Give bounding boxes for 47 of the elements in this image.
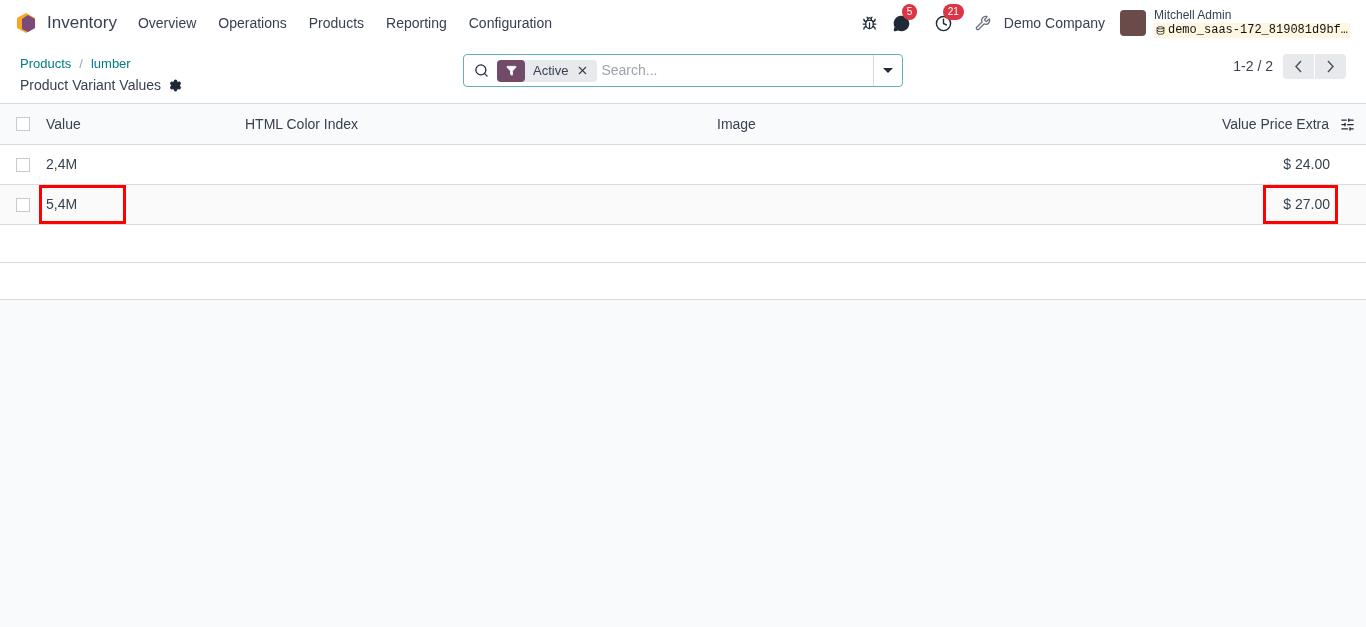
breadcrumb-link[interactable]: Products — [20, 54, 72, 74]
filter-icon — [505, 65, 517, 76]
column-header[interactable]: Image — [717, 113, 1222, 135]
settings-icon[interactable] — [169, 78, 183, 92]
menu-item[interactable]: Reporting — [386, 12, 447, 34]
next-page-button[interactable] — [1315, 54, 1346, 79]
filter-facet[interactable]: Active — [497, 59, 598, 82]
search-bar[interactable]: Active Search... — [463, 54, 903, 87]
page-title: Product Variant Values — [20, 75, 162, 95]
menu-item[interactable]: Configuration — [468, 12, 552, 34]
select-all-checkbox[interactable] — [16, 117, 30, 131]
row-checkbox[interactable] — [16, 157, 30, 172]
search-input[interactable]: Search... — [601, 60, 873, 81]
user-avatar[interactable] — [1119, 10, 1146, 36]
menu-item[interactable]: Products — [308, 12, 365, 34]
app-logo-icon[interactable] — [16, 12, 36, 34]
table-cell-text: 2,4M — [46, 155, 78, 174]
menu-item[interactable]: Operations — [218, 12, 287, 34]
column-header[interactable]: Value Price Extra — [1221, 113, 1329, 135]
table-row[interactable]: 5,4M $ 27.00 — [0, 184, 1366, 224]
app-name[interactable]: Inventory — [47, 10, 117, 36]
previous-page-button[interactable] — [1283, 54, 1314, 79]
table-cell-text: $ 24.00 — [1283, 155, 1330, 174]
search-icon[interactable] — [474, 63, 489, 78]
user-name[interactable]: Mitchell Admin — [1153, 8, 1350, 23]
breadcrumb-separator: / — [79, 55, 83, 73]
debug-icon[interactable] — [861, 15, 877, 31]
company-switcher[interactable]: Demo Company — [1003, 12, 1105, 34]
menu-item[interactable]: Overview — [137, 12, 197, 34]
database-icon — [1155, 26, 1165, 35]
pager-value[interactable]: 1-2 / 2 — [1233, 56, 1273, 77]
chevron-left-icon — [1295, 60, 1302, 73]
table-cell-text: $ 27.00 — [1283, 195, 1330, 214]
database-name: demo_saas-172_819081d9bf… — [1153, 23, 1350, 38]
column-header[interactable]: Value — [46, 113, 245, 135]
column-header[interactable]: HTML Color Index — [245, 113, 717, 135]
optional-columns-icon[interactable] — [1340, 116, 1355, 132]
breadcrumb-link[interactable]: lumber — [90, 54, 131, 74]
tools-icon[interactable] — [974, 15, 991, 31]
row-checkbox[interactable] — [16, 197, 30, 212]
chat-icon[interactable] — [892, 14, 910, 32]
clock-icon[interactable] — [934, 14, 952, 32]
table-cell-text: 5,4M — [46, 195, 78, 214]
message-count-badge: 5 — [901, 4, 918, 20]
chevron-right-icon — [1327, 60, 1334, 73]
caret-down-icon — [883, 67, 893, 74]
activity-count-badge: 21 — [942, 4, 964, 20]
